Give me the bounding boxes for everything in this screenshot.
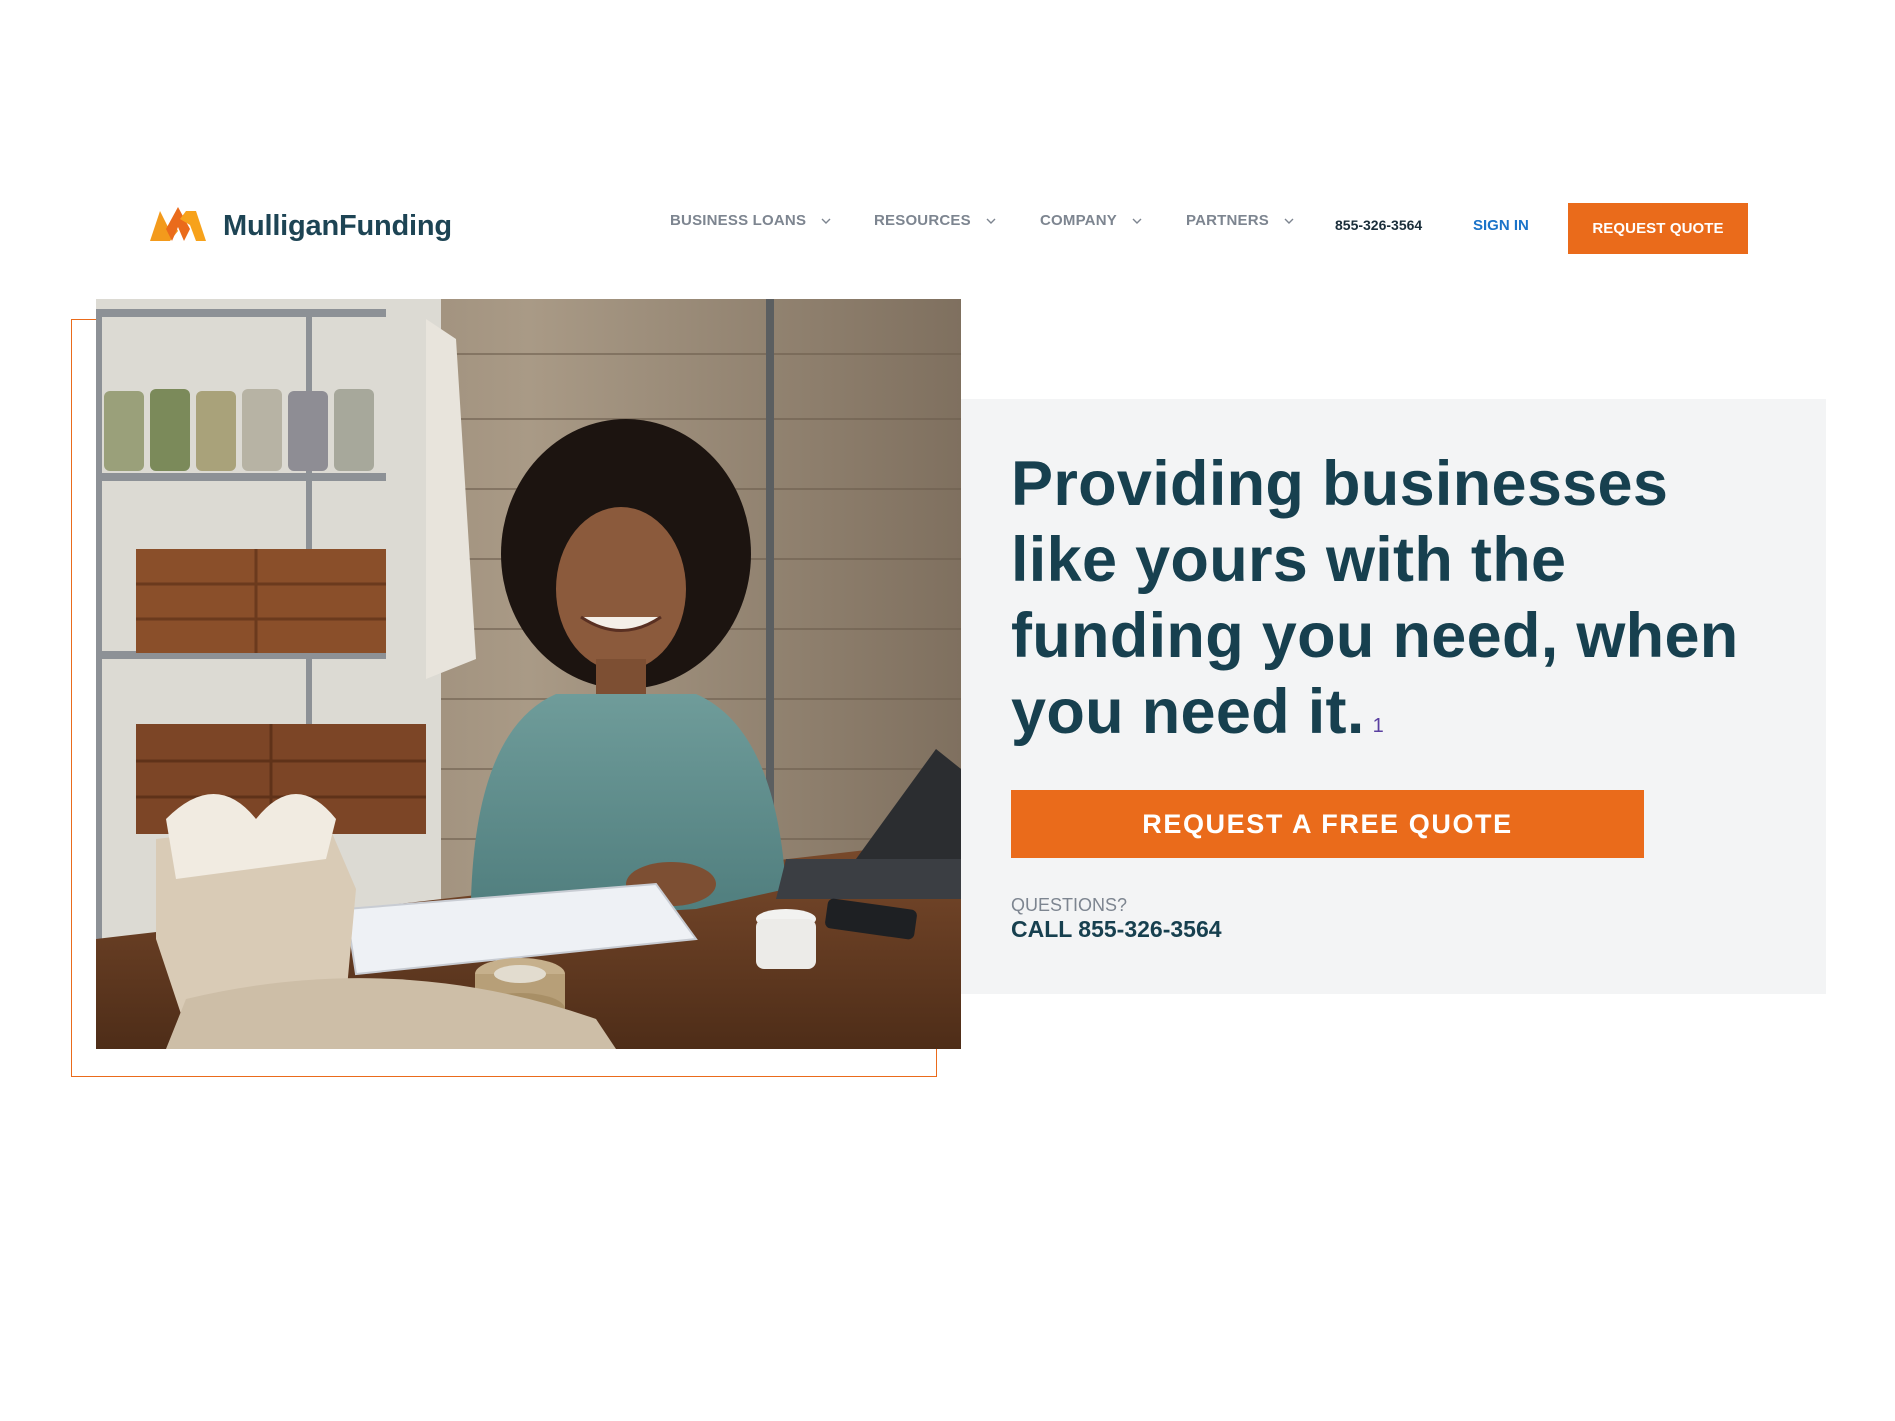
nav-company[interactable]: COMPANY [1040, 212, 1143, 229]
nav-label: COMPANY [1040, 212, 1117, 229]
nav-label: PARTNERS [1186, 212, 1269, 229]
header-phone-link[interactable]: 855-326-3564 [1335, 217, 1422, 233]
call-phone-link[interactable]: CALL 855-326-3564 [1011, 916, 1222, 943]
hero-title: Providing businesses like yours with the… [1011, 446, 1751, 750]
sign-in-link[interactable]: SIGN IN [1473, 217, 1529, 234]
chevron-down-icon [1283, 215, 1295, 227]
hero-image [96, 299, 961, 1049]
hero-title-text: Providing businesses like yours with the… [1011, 449, 1739, 747]
nav-business-loans[interactable]: BUSINESS LOANS [670, 212, 832, 229]
mulligan-logo-icon [150, 205, 206, 248]
chevron-down-icon [985, 215, 997, 227]
nav-label: RESOURCES [874, 212, 971, 229]
footnote-link[interactable]: 1 [1373, 715, 1384, 737]
nav-label: BUSINESS LOANS [670, 212, 807, 229]
chevron-down-icon [1131, 215, 1143, 227]
logo-link[interactable]: MulliganFunding [150, 205, 452, 248]
logo-text: MulliganFunding [223, 210, 452, 242]
request-free-quote-button[interactable]: REQUEST A FREE QUOTE [1011, 790, 1644, 858]
nav-resources[interactable]: RESOURCES [874, 212, 997, 229]
request-quote-button[interactable]: REQUEST QUOTE [1568, 203, 1748, 254]
questions-label: QUESTIONS? [1011, 895, 1128, 915]
nav-partners[interactable]: PARTNERS [1186, 212, 1295, 229]
chevron-down-icon [820, 215, 832, 227]
